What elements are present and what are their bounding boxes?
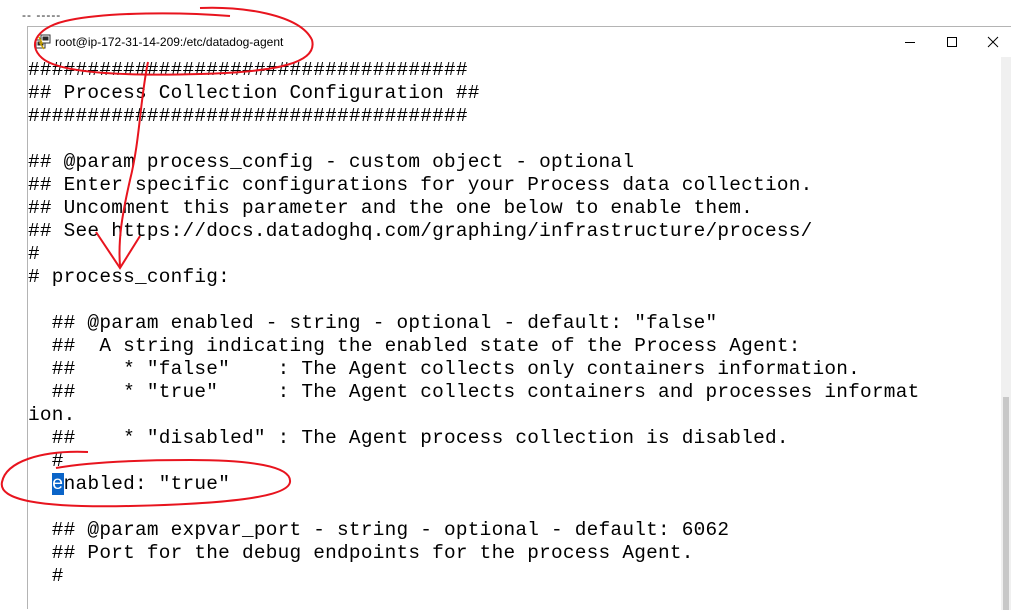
enabled-value-text: nabled: "true" [63, 473, 231, 495]
text-cursor: e [51, 473, 64, 495]
putty-window: root@ip-172-31-14-209:/etc/datadog-agent… [27, 26, 1011, 610]
terminal-line: ## Process Collection Configuration ## [28, 82, 480, 104]
vertical-scrollbar[interactable] [1001, 57, 1011, 610]
terminal-line: # [28, 243, 40, 265]
maximize-icon [947, 37, 957, 47]
terminal-line: ## Port for the debug endpoints for the … [28, 542, 694, 564]
minimize-icon [905, 42, 915, 43]
maximize-button[interactable] [929, 27, 975, 57]
terminal-line: ## * "disabled" : The Agent process coll… [28, 427, 789, 449]
terminal-line: # [28, 565, 64, 587]
title-bar[interactable]: root@ip-172-31-14-209:/etc/datadog-agent [28, 27, 1011, 57]
terminal-line: ion. [28, 404, 76, 426]
terminal-line: ## @param enabled - string - optional - … [28, 312, 718, 334]
terminal-line: ## * "false" : The Agent collects only c… [28, 358, 861, 380]
terminal-line: ## * "true" : The Agent collects contain… [28, 381, 920, 403]
putty-icon[interactable] [35, 34, 51, 50]
terminal-line: ## See https://docs.datadoghq.com/graphi… [28, 220, 813, 242]
terminal-line: ## @param process_config - custom object… [28, 151, 635, 173]
terminal-line: ## Uncomment this parameter and the one … [28, 197, 754, 219]
close-button[interactable] [975, 27, 1011, 57]
window-title: root@ip-172-31-14-209:/etc/datadog-agent [55, 35, 284, 49]
enabled-config-line: enabled: "true" [28, 473, 230, 496]
clipped-text: -- ----- [22, 8, 62, 22]
minimize-button[interactable] [887, 27, 933, 57]
terminal-line: ##################################### [28, 105, 468, 127]
terminal-line: # [28, 450, 64, 472]
close-icon [987, 36, 999, 48]
terminal-line: # process_config: [28, 266, 231, 288]
terminal-line: ## @param expvar_port - string - optiona… [28, 519, 730, 541]
background-strip: -- ----- [0, 0, 1011, 26]
scrollbar-thumb[interactable] [1003, 397, 1009, 610]
terminal-line: ## A string indicating the enabled state… [28, 335, 801, 357]
terminal-line: ##################################### [28, 59, 468, 81]
terminal-output[interactable]: ##################################### ##… [28, 57, 1001, 610]
terminal-line: ## Enter specific configurations for you… [28, 174, 813, 196]
